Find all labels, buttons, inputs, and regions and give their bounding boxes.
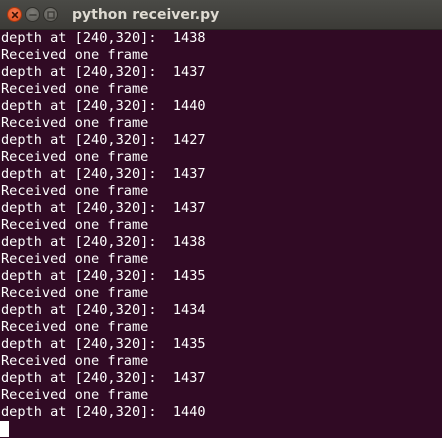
minimize-button[interactable] bbox=[25, 7, 40, 22]
maximize-button[interactable] bbox=[43, 7, 58, 22]
terminal-line: depth at [240,320]: 1427 bbox=[1, 132, 206, 148]
terminal-line: Received one frame bbox=[1, 387, 149, 403]
terminal-line: depth at [240,320]: 1438 bbox=[1, 30, 206, 46]
terminal-cursor bbox=[0, 421, 9, 437]
terminal-line: Received one frame bbox=[1, 81, 149, 97]
terminal-line: Received one frame bbox=[1, 183, 149, 199]
terminal-output[interactable]: depth at [240,320]: 1438 Received one fra… bbox=[0, 30, 442, 438]
terminal-line: Received one frame bbox=[1, 115, 149, 131]
terminal-line: depth at [240,320]: 1440 bbox=[1, 404, 206, 420]
terminal-line: depth at [240,320]: 1440 bbox=[1, 98, 206, 114]
terminal-line: Received one frame bbox=[1, 217, 149, 233]
terminal-line: Received one frame bbox=[1, 149, 149, 165]
terminal-line: depth at [240,320]: 1435 bbox=[1, 268, 206, 284]
close-button[interactable] bbox=[7, 7, 22, 22]
minimize-icon bbox=[29, 14, 37, 16]
terminal-line: depth at [240,320]: 1437 bbox=[1, 200, 206, 216]
terminal-line: depth at [240,320]: 1434 bbox=[1, 302, 206, 318]
terminal-line: depth at [240,320]: 1437 bbox=[1, 166, 206, 182]
terminal-line: depth at [240,320]: 1438 bbox=[1, 234, 206, 250]
terminal-line: depth at [240,320]: 1437 bbox=[1, 64, 206, 80]
terminal-line: depth at [240,320]: 1435 bbox=[1, 336, 206, 352]
title-bar[interactable]: python receiver.py bbox=[0, 0, 442, 30]
window-title: python receiver.py bbox=[72, 7, 220, 23]
close-icon bbox=[11, 11, 19, 19]
terminal-line: Received one frame bbox=[1, 47, 149, 63]
terminal-line: Received one frame bbox=[1, 353, 149, 369]
terminal-line: Received one frame bbox=[1, 285, 149, 301]
maximize-icon bbox=[47, 11, 55, 19]
terminal-window: python receiver.py depth at [240,320]: 1… bbox=[0, 0, 442, 438]
terminal-line: depth at [240,320]: 1437 bbox=[1, 370, 206, 386]
terminal-line: Received one frame bbox=[1, 319, 149, 335]
terminal-line: Received one frame bbox=[1, 251, 149, 267]
